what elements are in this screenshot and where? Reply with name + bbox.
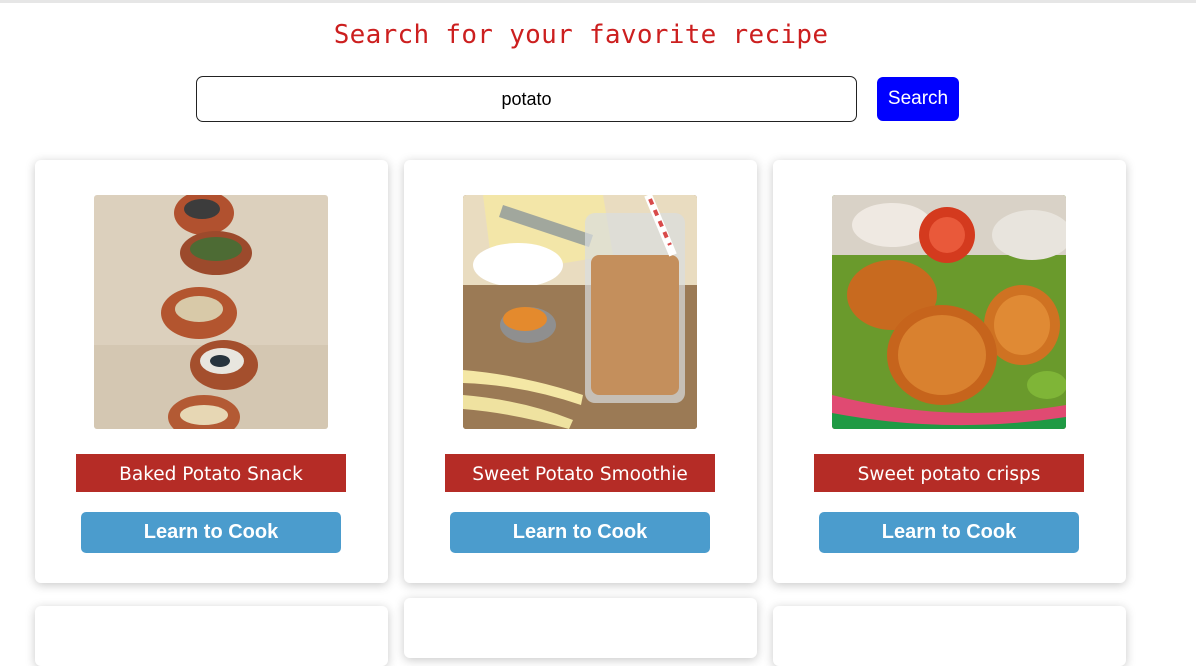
browser-top-border	[0, 0, 1196, 3]
recipe-card	[404, 598, 757, 658]
recipe-title: Sweet Potato Smoothie	[445, 454, 715, 492]
recipe-image	[832, 195, 1066, 429]
page-title: Search for your favorite recipe	[333, 20, 829, 50]
learn-to-cook-button[interactable]: Learn to Cook	[81, 512, 341, 553]
recipe-title: Sweet potato crisps	[814, 454, 1084, 492]
learn-to-cook-button[interactable]: Learn to Cook	[450, 512, 710, 553]
recipe-card	[35, 606, 388, 666]
recipe-card: Sweet Potato Smoothie Learn to Cook	[404, 160, 757, 583]
recipe-image	[94, 195, 328, 429]
search-input[interactable]	[196, 76, 857, 122]
recipe-title: Baked Potato Snack	[76, 454, 346, 492]
recipe-card: Baked Potato Snack Learn to Cook	[35, 160, 388, 583]
recipe-image	[463, 195, 697, 429]
recipe-card	[773, 606, 1126, 666]
learn-to-cook-button[interactable]: Learn to Cook	[819, 512, 1079, 553]
recipe-card: Sweet potato crisps Learn to Cook	[773, 160, 1126, 583]
search-button[interactable]: Search	[877, 77, 959, 121]
